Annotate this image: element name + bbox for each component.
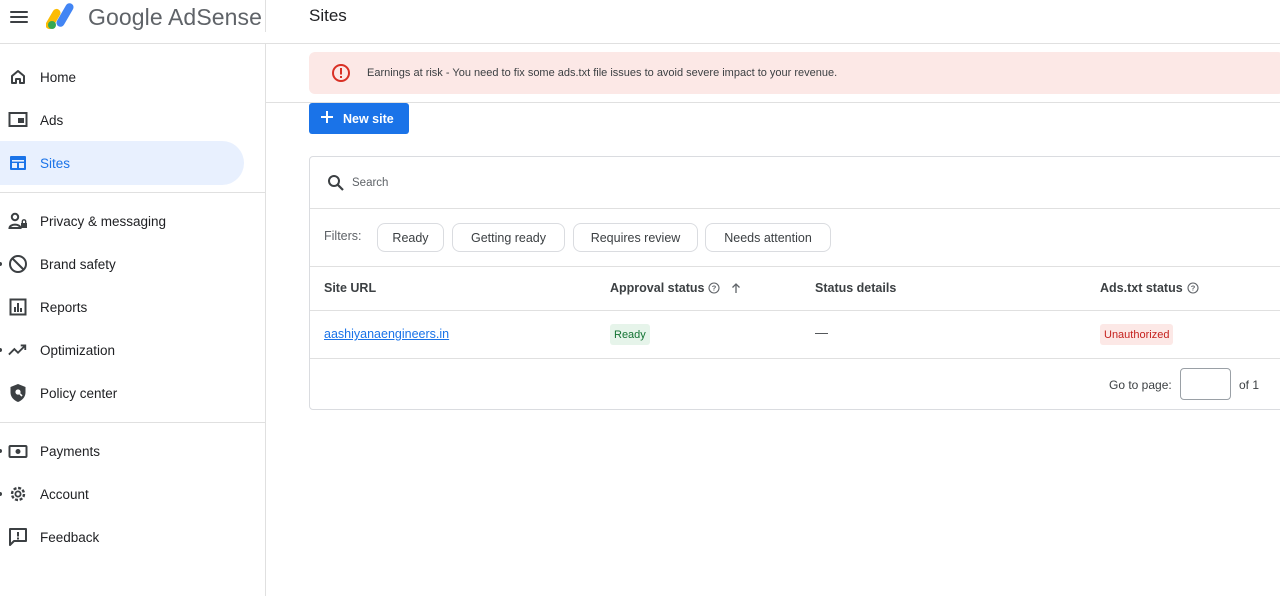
earnings-at-risk-alert: Earnings at risk - You need to fix some …: [309, 52, 1280, 94]
sidebar-item-payments[interactable]: Payments: [0, 429, 244, 473]
gear-icon: [8, 484, 28, 504]
sidebar-item-label: Policy center: [40, 385, 118, 401]
sidebar-item-feedback[interactable]: Feedback: [0, 515, 244, 559]
sidebar-item-ads[interactable]: Ads: [0, 98, 244, 142]
column-header-label: Ads.txt status: [1100, 281, 1183, 295]
new-site-label: New site: [343, 111, 394, 126]
search-bar: [310, 157, 1280, 209]
new-site-button[interactable]: New site: [309, 103, 409, 134]
brand-name: Google AdSense: [88, 4, 263, 30]
table-header: Site URL Approval status ? Status detail…: [310, 267, 1280, 311]
status-details-value: —: [815, 325, 828, 340]
feedback-icon: [8, 527, 28, 547]
svg-text:?: ?: [712, 284, 717, 293]
block-icon: [8, 254, 28, 274]
privacy-icon: [8, 211, 28, 231]
adsense-logo-icon: [46, 3, 74, 30]
filter-bar: Filters: Ready Getting ready Requires re…: [310, 209, 1280, 267]
home-icon: [8, 67, 28, 87]
filter-chip-requires-review[interactable]: Requires review: [573, 223, 698, 252]
sites-icon: [8, 153, 28, 173]
filter-chip-ready[interactable]: Ready: [377, 223, 444, 252]
shield-icon: [8, 383, 28, 403]
approval-status-badge: Ready: [610, 324, 650, 345]
column-header-label: Approval status: [610, 281, 705, 295]
sidebar-item-label: Feedback: [40, 529, 100, 545]
ads-icon: [8, 110, 28, 130]
search-input[interactable]: [352, 173, 952, 193]
sidebar-item-label: Sites: [40, 155, 71, 171]
sidebar-item-label: Ads: [40, 112, 64, 128]
sidebar-item-sites[interactable]: Sites: [0, 141, 244, 185]
sidebar-divider: [0, 422, 266, 423]
payments-icon: [8, 441, 28, 461]
reports-icon: [8, 297, 28, 317]
column-header-approval-status[interactable]: Approval status ?: [610, 281, 742, 295]
svg-text:?: ?: [1190, 284, 1195, 293]
trending-up-icon: [8, 340, 28, 360]
menu-icon[interactable]: [10, 8, 30, 26]
alert-text: Earnings at risk - You need to fix some …: [367, 67, 838, 79]
content-divider: [266, 102, 1280, 103]
column-header-ads-txt-status[interactable]: Ads.txt status ?: [1100, 281, 1199, 295]
sidebar-item-privacy-messaging[interactable]: Privacy & messaging: [0, 199, 244, 243]
sidebar-item-label: Home: [40, 69, 77, 85]
sidebar-item-brand-safety[interactable]: Brand safety: [0, 242, 244, 286]
sidebar-item-label: Privacy & messaging: [40, 213, 167, 229]
error-icon: [332, 64, 350, 82]
go-to-page-label: Go to page:: [1109, 378, 1172, 392]
page-number-input[interactable]: [1180, 368, 1231, 400]
sidebar: Home Ads Sites Privacy & messaging Brand…: [0, 44, 266, 596]
sidebar-item-home[interactable]: Home: [0, 55, 244, 99]
sidebar-item-label: Payments: [40, 443, 101, 459]
filter-chip-needs-attention[interactable]: Needs attention: [705, 223, 831, 252]
site-url-link[interactable]: aashiyanaengineers.in: [324, 327, 449, 341]
filter-chip-getting-ready[interactable]: Getting ready: [452, 223, 565, 252]
search-icon: [328, 175, 344, 191]
page-title: Sites: [309, 6, 347, 25]
top-bar: Google AdSense Sites: [0, 0, 1280, 44]
sidebar-item-reports[interactable]: Reports: [0, 285, 244, 329]
sidebar-item-label: Reports: [40, 299, 88, 315]
topbar-divider: [265, 0, 266, 32]
sidebar-item-optimization[interactable]: Optimization: [0, 328, 244, 372]
plus-icon: [321, 111, 333, 123]
sidebar-item-label: Brand safety: [40, 256, 116, 272]
sidebar-item-label: Account: [40, 486, 89, 502]
help-icon[interactable]: ?: [708, 282, 721, 294]
column-header-label: Status details: [815, 281, 897, 295]
filters-label: Filters:: [324, 229, 362, 243]
column-header-label: Site URL: [324, 281, 377, 295]
sidebar-item-label: Optimization: [40, 342, 116, 358]
page-count-label: of 1: [1239, 378, 1260, 392]
sidebar-item-account[interactable]: Account: [0, 472, 244, 516]
table-row: aashiyanaengineers.in Ready — Unauthoriz…: [310, 311, 1280, 359]
sidebar-item-policy-center[interactable]: Policy center: [0, 371, 244, 415]
pagination: Go to page: of 1: [310, 359, 1280, 411]
help-icon[interactable]: ?: [1187, 282, 1199, 294]
sidebar-divider: [0, 192, 266, 193]
ads-txt-status-badge: Unauthorized: [1100, 324, 1174, 345]
sort-ascending-icon[interactable]: [730, 282, 742, 294]
column-header-site-url[interactable]: Site URL: [324, 281, 376, 295]
sites-table-card: Filters: Ready Getting ready Requires re…: [309, 156, 1280, 410]
column-header-status-details[interactable]: Status details: [815, 281, 896, 295]
